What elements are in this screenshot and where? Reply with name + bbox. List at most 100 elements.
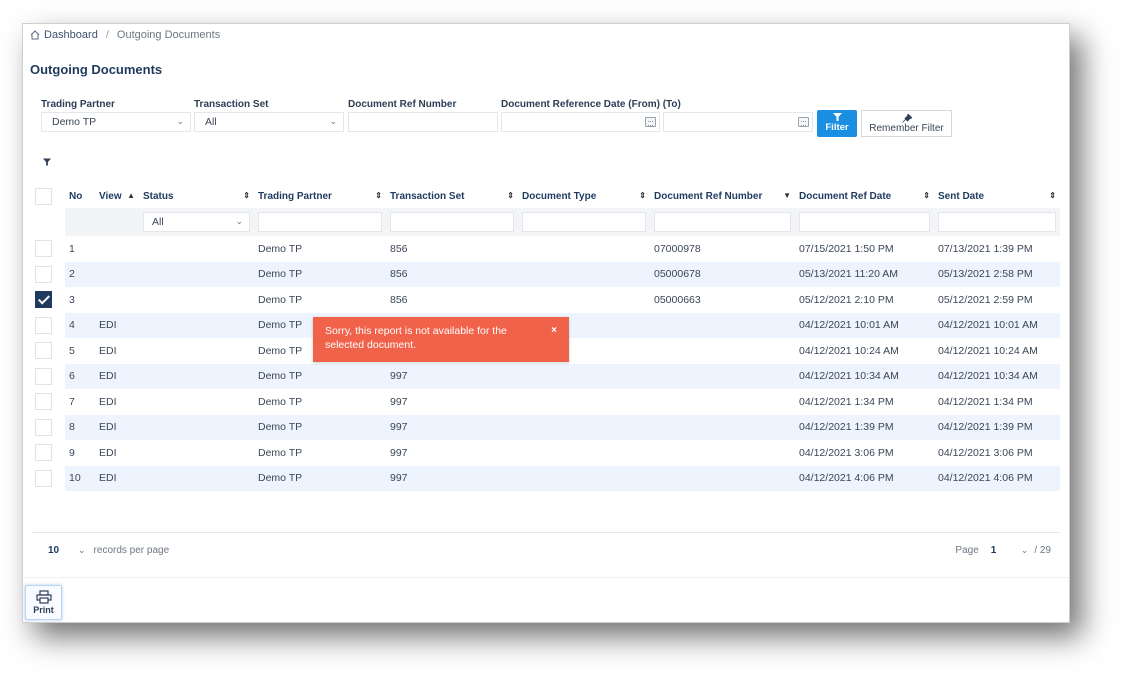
col-sent-date[interactable]: Sent Date ⇕ — [934, 184, 1060, 208]
error-toast: Sorry, this report is not available for … — [313, 317, 569, 362]
table-row[interactable]: 8 EDI Demo TP 997 04/12/2021 1:39 PM 04/12/20… — [31, 414, 1060, 440]
col-trading-partner[interactable]: Trading Partner ⇕ — [254, 184, 386, 208]
row-transaction-set: 856 — [386, 261, 518, 287]
doc-ref-date-column-filter[interactable] — [799, 212, 930, 232]
doc-ref-number-input[interactable] — [348, 112, 498, 132]
doc-ref-number-column-filter[interactable] — [654, 212, 791, 232]
table-row[interactable]: 2 Demo TP 856 05000678 05/13/2021 11:20 AM 05… — [31, 261, 1060, 287]
row-checkbox[interactable] — [35, 444, 52, 462]
select-all-checkbox[interactable] — [35, 187, 52, 205]
trading-partner-filter: Trading Partner Demo TP ⌄ — [41, 99, 191, 132]
app-window: Dashboard / Outgoing Documents Outgoing … — [22, 23, 1070, 623]
sort-icon: ▲ — [127, 191, 135, 200]
row-checkbox[interactable] — [35, 291, 52, 309]
col-doc-ref-number[interactable]: Document Ref Number ▼ — [650, 184, 795, 208]
row-view-link[interactable]: EDI — [95, 440, 139, 466]
page-select[interactable]: 1 — [991, 545, 1021, 556]
row-view-link[interactable]: EDI — [95, 389, 139, 415]
date-to-input[interactable] — [663, 112, 813, 132]
col-document-type[interactable]: Document Type ⇕ — [518, 184, 650, 208]
row-transaction-set: 997 — [386, 465, 518, 491]
row-view-link[interactable]: EDI — [95, 465, 139, 491]
row-view-link[interactable]: EDI — [95, 338, 139, 364]
col-no[interactable]: No — [65, 184, 95, 208]
breadcrumb-current: Outgoing Documents — [116, 29, 221, 41]
toast-message: Sorry, this report is not available for … — [325, 325, 507, 351]
row-select-cell — [31, 338, 65, 364]
col-transaction-set[interactable]: Transaction Set ⇕ — [386, 184, 518, 208]
row-checkbox[interactable] — [35, 265, 52, 283]
col-sent-date-label: Sent Date — [938, 190, 985, 202]
row-checkbox[interactable] — [35, 367, 52, 385]
divider — [23, 577, 1069, 578]
row-view-link[interactable]: EDI — [95, 312, 139, 338]
filter-cell-status: All ⌄ — [139, 208, 254, 236]
page-title: Outgoing Documents — [30, 62, 163, 77]
table-row[interactable]: 10 EDI Demo TP 997 04/12/2021 4:06 PM 04/12/2… — [31, 465, 1060, 491]
row-view-link[interactable]: EDI — [95, 363, 139, 389]
sort-icon: ⇕ — [375, 191, 382, 200]
status-filter-select[interactable]: All ⌄ — [143, 212, 250, 232]
row-checkbox[interactable] — [35, 342, 52, 360]
row-view-link[interactable] — [95, 287, 139, 313]
sort-icon: ⇕ — [507, 191, 514, 200]
row-doc-ref-date: 04/12/2021 1:34 PM — [799, 395, 894, 408]
row-doc-ref-date: 05/13/2021 11:20 AM — [795, 261, 934, 287]
remember-filter-button[interactable]: Remember Filter — [861, 110, 952, 137]
row-checkbox[interactable] — [35, 240, 52, 258]
row-status — [139, 312, 254, 338]
row-doc-ref-number: 05000663 — [654, 293, 701, 306]
sent-date-column-filter[interactable] — [938, 212, 1056, 232]
per-page-select[interactable]: 10 — [48, 545, 78, 556]
breadcrumb-dashboard-link[interactable]: Dashboard — [44, 29, 98, 41]
row-document-type — [518, 261, 650, 287]
row-no: 7 — [69, 395, 75, 408]
table-row[interactable]: 7 EDI Demo TP 997 04/12/2021 1:34 PM 04/12/20… — [31, 389, 1060, 415]
column-filter-toggle-icon[interactable] — [43, 158, 51, 166]
chevron-down-icon[interactable]: ⌄ — [78, 545, 86, 556]
funnel-icon — [832, 113, 842, 121]
col-doc-ref-date[interactable]: Document Ref Date ⇕ — [795, 184, 934, 208]
table-row[interactable]: 9 EDI Demo TP 997 04/12/2021 3:06 PM 04/12/20… — [31, 440, 1060, 466]
doc-ref-date-label: Document Reference Date (From) (To) — [501, 99, 681, 110]
row-view-link[interactable]: EDI — [95, 414, 139, 440]
date-from-input[interactable] — [501, 112, 660, 132]
trading-partner-value: Demo TP — [52, 116, 97, 128]
row-checkbox[interactable] — [35, 469, 52, 487]
col-status[interactable]: Status ⇕ — [139, 184, 254, 208]
home-icon — [30, 30, 40, 40]
table-row[interactable]: 1 Demo TP 856 07000978 07/15/2021 1:50 PM 07/… — [31, 236, 1060, 262]
row-sent-date: 05/12/2021 2:59 PM — [938, 293, 1033, 306]
table-row[interactable]: 3 Demo TP 856 05000663 05/12/2021 2:10 PM 05/… — [31, 287, 1060, 313]
row-doc-ref-number — [650, 414, 795, 440]
close-icon[interactable]: × — [551, 324, 557, 338]
trading-partner-column-filter[interactable] — [258, 212, 382, 232]
header-row: No View ▲ Status ⇕ Trading Partner ⇕ Transa… — [31, 184, 1060, 208]
pin-icon — [901, 114, 912, 123]
col-view[interactable]: View ▲ — [95, 184, 139, 208]
calendar-icon[interactable] — [798, 117, 809, 127]
row-sent-date: 04/12/2021 10:34 AM — [934, 363, 1060, 389]
row-checkbox[interactable] — [35, 316, 52, 334]
row-transaction-set: 997 — [390, 446, 408, 459]
row-no: 10 — [65, 465, 95, 491]
page-total: / 29 — [1034, 545, 1051, 556]
chevron-down-icon[interactable]: ⌄ — [1021, 545, 1029, 556]
transaction-set-column-filter[interactable] — [390, 212, 514, 232]
row-doc-ref-date: 04/12/2021 10:01 AM — [795, 312, 934, 338]
filter-button[interactable]: Filter — [817, 110, 857, 137]
calendar-icon[interactable] — [645, 117, 656, 127]
chevron-down-icon: ⌄ — [329, 116, 337, 126]
row-checkbox[interactable] — [35, 393, 52, 411]
transaction-set-select[interactable]: All ⌄ — [194, 112, 344, 132]
trading-partner-select[interactable]: Demo TP ⌄ — [41, 112, 191, 132]
table-row[interactable]: 6 EDI Demo TP 997 04/12/2021 10:34 AM 04/12/2… — [31, 363, 1060, 389]
row-view-link[interactable] — [95, 236, 139, 262]
filter-cell — [518, 208, 650, 236]
row-view-link[interactable] — [95, 261, 139, 287]
row-sent-date: 04/12/2021 10:24 AM — [938, 344, 1038, 357]
document-type-column-filter[interactable] — [522, 212, 646, 232]
row-checkbox[interactable] — [35, 418, 52, 436]
print-button[interactable]: Print — [25, 585, 62, 620]
row-doc-ref-date: 04/12/2021 1:39 PM — [795, 414, 934, 440]
